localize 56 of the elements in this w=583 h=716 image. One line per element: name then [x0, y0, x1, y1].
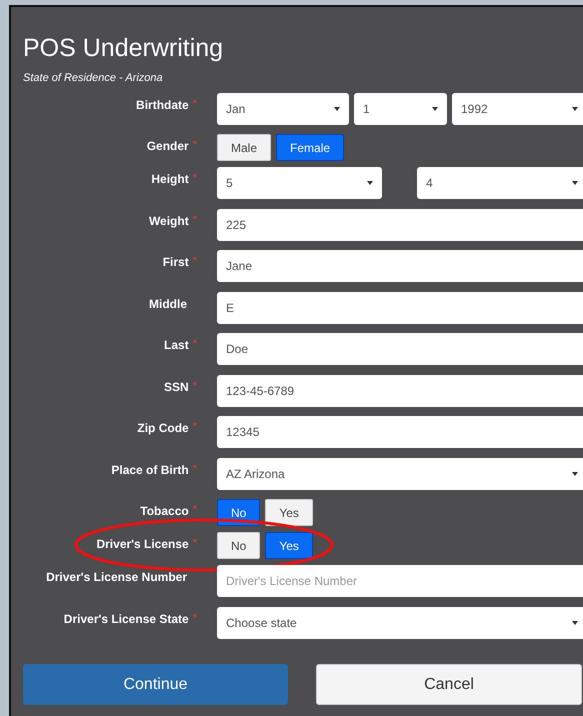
input-field[interactable]: 225	[217, 208, 583, 240]
required-mark: *	[192, 503, 197, 518]
toggle-option[interactable]: No	[217, 532, 260, 559]
caret-icon	[572, 620, 578, 624]
caret-icon	[572, 472, 578, 476]
required-mark: *	[192, 462, 197, 476]
input-field[interactable]: Doe	[217, 333, 583, 365]
field-label: Tobacco	[140, 503, 189, 520]
subtitle: State of Residence - Arizona	[23, 71, 164, 86]
field-label: SSN	[164, 378, 189, 396]
caret-icon	[432, 106, 438, 110]
select-field[interactable]: 4	[417, 167, 583, 199]
toggle-option[interactable]: Male	[217, 134, 272, 161]
field-label: Driver's License Number	[46, 569, 187, 586]
field-label: Birthdate	[136, 96, 189, 114]
field-label: First	[162, 254, 189, 271]
caret-icon	[572, 181, 578, 185]
required-mark: *	[192, 420, 197, 435]
select-field[interactable]: 5	[217, 167, 382, 199]
input-field[interactable]: 12345	[217, 416, 583, 448]
required-mark: *	[192, 212, 197, 228]
field-label: Middle	[149, 296, 187, 312]
required-mark: *	[192, 171, 197, 186]
field-label: Driver's License State	[64, 610, 189, 628]
toggle-option[interactable]: Yes	[265, 499, 313, 526]
continue-button[interactable]: Continue	[23, 664, 288, 705]
select-field[interactable]: Choose state	[217, 606, 583, 638]
select-field[interactable]: AZ Arizona	[217, 458, 583, 490]
field-label: Weight	[148, 212, 189, 230]
field-label: Gender	[146, 138, 189, 155]
select-field[interactable]: Jan	[217, 92, 349, 124]
field-label: Height	[151, 171, 189, 188]
required-mark: *	[192, 536, 197, 551]
required-mark: *	[192, 96, 197, 112]
select-field[interactable]: 1	[354, 92, 447, 124]
required-mark: *	[192, 138, 197, 153]
required-mark: *	[192, 610, 197, 626]
field-label: Driver's License	[96, 536, 189, 553]
select-field[interactable]: 1992	[452, 92, 583, 124]
field-label: Last	[164, 337, 189, 354]
caret-icon	[572, 106, 578, 110]
toggle-option[interactable]: Female	[276, 134, 344, 161]
required-mark: *	[192, 337, 197, 352]
caret-icon	[367, 181, 373, 185]
dialog-title: POS Underwriting	[23, 33, 224, 63]
field-label: Zip Code	[137, 420, 189, 437]
input-field[interactable]: Driver's License Number	[217, 565, 583, 597]
required-mark: *	[192, 254, 197, 269]
input-field[interactable]: Jane	[217, 250, 583, 282]
toggle-option[interactable]: Yes	[265, 532, 313, 559]
input-field[interactable]: 123-45-6789	[217, 374, 583, 406]
required-mark: *	[192, 378, 197, 394]
input-field[interactable]: E	[217, 292, 583, 324]
caret-icon	[334, 106, 340, 110]
field-label: Place of Birth	[111, 462, 189, 478]
cancel-button[interactable]: Cancel	[316, 664, 582, 705]
